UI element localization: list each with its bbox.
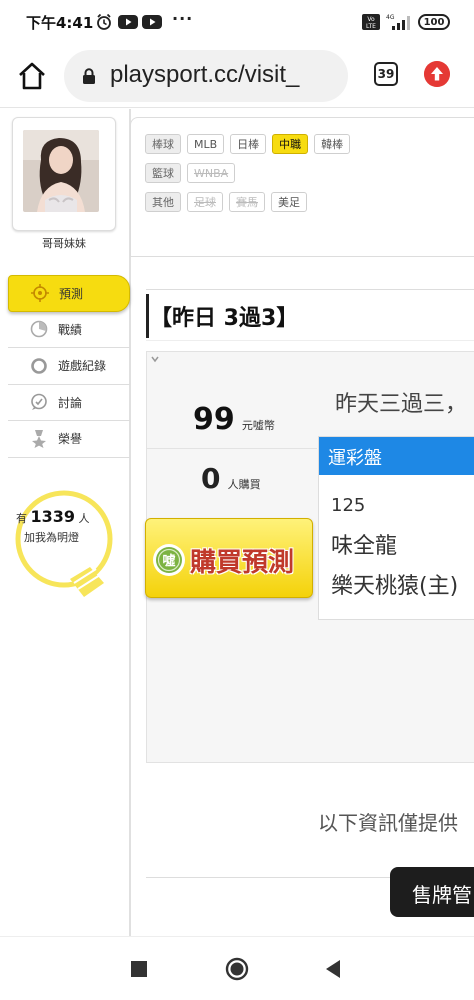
divider <box>147 448 317 449</box>
browser-toolbar: playsport.cc/visit_ 39 <box>0 44 474 108</box>
svg-text:Vo: Vo <box>367 16 375 23</box>
back-icon[interactable] <box>324 959 342 979</box>
sidebar-item-honors[interactable]: 榮譽 <box>8 421 130 458</box>
filter-chip-nfl[interactable]: 美足 <box>271 192 307 212</box>
expand-icon[interactable] <box>151 355 159 363</box>
price-unit: 元噓幣 <box>241 419 275 432</box>
lottery-body: 125 味全龍 樂天桃猿(主) <box>319 495 474 600</box>
league-filter-panel: 棒球 MLB 日棒 中職 韓棒 籃球 WNBA 其他 足球 賽馬 美足 <box>130 117 474 257</box>
filter-category-label: 籃球 <box>145 163 181 183</box>
buy-button-label: 購買預測 <box>190 548 295 578</box>
more-notifications-icon: ··· <box>172 9 194 28</box>
filter-chip-mlb[interactable]: MLB <box>187 134 225 154</box>
lottery-card: 運彩盤 125 味全龍 樂天桃猿(主) <box>318 436 474 620</box>
sidebar-item-label: 戰績 <box>58 322 83 337</box>
chat-icon <box>31 393 47 411</box>
followers-count: 有 1339 人 <box>16 507 90 526</box>
filter-chip-wnba: WNBA <box>187 163 236 183</box>
game-code: 125 <box>331 495 366 516</box>
buyers-info: 0 人購買 <box>201 462 261 495</box>
svg-text:LTE: LTE <box>366 23 376 30</box>
svg-text:噓: 噓 <box>162 553 175 569</box>
sidebar-item-label: 遊戲紀錄 <box>58 359 107 374</box>
ring-icon <box>31 357 47 374</box>
coin-icon: 噓 <box>153 544 185 576</box>
follow-caption: 加我為明燈 <box>24 531 79 544</box>
status-right-group: Vo LTE 4G 100 <box>362 12 450 32</box>
prediction-summary: 昨天三過三， <box>335 392 468 417</box>
filter-chip-horse-racing: 賽馬 <box>229 192 265 212</box>
prediction-card: 99 元噓幣 0 人購買 噓 購買預測 昨天三過三， 運彩盤 125 味全龍 樂… <box>145 351 474 763</box>
filter-chip-npb[interactable]: 日棒 <box>230 134 267 154</box>
volte-icon: Vo LTE <box>362 14 380 30</box>
sidebar-item-discussion[interactable]: 討論 <box>8 385 130 421</box>
sidebar-item-label: 討論 <box>58 395 83 410</box>
home-icon[interactable] <box>16 60 48 92</box>
buy-prediction-button[interactable]: 噓 購買預測 <box>145 518 313 598</box>
crosshair-icon <box>31 284 49 303</box>
home-nav-icon[interactable] <box>225 957 249 981</box>
sell-management-button[interactable]: 售牌管 <box>390 867 474 917</box>
avatar <box>23 130 99 212</box>
headline-accent <box>146 294 149 338</box>
url-text: playsport.cc/visit_ <box>110 61 300 88</box>
battery-icon: 100 <box>418 14 450 30</box>
filter-chip-soccer: 足球 <box>187 192 223 212</box>
lock-icon <box>83 68 95 84</box>
filter-category-label: 棒球 <box>145 134 181 154</box>
filter-category-label: 其他 <box>145 192 181 212</box>
left-sidebar: 哥哥妹妹 預測 戰績 遊戲紀錄 討論 榮譽 有 1339 人 加我為明燈 <box>0 109 131 936</box>
page-content: 哥哥妹妹 預測 戰績 遊戲紀錄 討論 榮譽 有 1339 人 加我為明燈 棒球 … <box>0 109 474 936</box>
filter-chip-cpbl[interactable]: 中職 <box>272 134 309 154</box>
system-nav-bar <box>0 936 474 1000</box>
filter-row-baseball: 棒球 MLB 日棒 中職 韓棒 <box>145 134 351 154</box>
youtube-icon <box>118 15 138 29</box>
filter-row-other: 其他 足球 賽馬 美足 <box>145 192 307 212</box>
status-time: 下午4:41 <box>26 14 94 32</box>
lottery-header: 運彩盤 <box>319 437 474 475</box>
buyers-count: 0 <box>201 462 221 495</box>
alarm-icon <box>97 13 111 30</box>
youtube-icon <box>142 15 162 29</box>
sidebar-item-label: 榮譽 <box>58 432 83 447</box>
sidebar-item-game-log[interactable]: 遊戲紀錄 <box>8 348 130 385</box>
price-value: 99 <box>193 402 235 437</box>
headline-text: 【昨日 3過3】 <box>150 306 299 331</box>
recent-apps-icon[interactable] <box>130 960 148 978</box>
buyers-unit: 人購買 <box>227 478 261 491</box>
svg-text:4G: 4G <box>386 14 395 21</box>
price-info: 99 元噓幣 <box>193 402 275 437</box>
update-icon[interactable] <box>424 61 450 87</box>
home-team: 樂天桃猿(主) <box>331 574 459 599</box>
filter-chip-kbo[interactable]: 韓棒 <box>314 134 351 154</box>
status-bar: 下午4:41 ··· Vo LTE 4G 100 <box>0 0 474 44</box>
sidebar-nav: 預測 戰績 遊戲紀錄 討論 榮譽 <box>8 275 130 458</box>
medal-icon <box>32 429 46 448</box>
filter-row-basketball: 籃球 WNBA <box>145 163 236 183</box>
sidebar-item-predictions[interactable]: 預測 <box>8 275 130 312</box>
signal-icon: 4G <box>386 14 410 30</box>
sidebar-item-label: 預測 <box>59 286 84 301</box>
sidebar-item-record[interactable]: 戰績 <box>8 312 130 348</box>
away-team: 味全龍 <box>331 534 398 559</box>
avatar-card[interactable] <box>12 117 116 231</box>
chart-icon <box>30 320 48 338</box>
disclaimer-text: 以下資訊僅提供 <box>318 811 458 835</box>
address-bar[interactable]: playsport.cc/visit_ <box>64 50 348 102</box>
username: 哥哥妹妹 <box>42 237 86 250</box>
prediction-headline: 【昨日 3過3】 <box>146 289 474 341</box>
tab-switcher-button[interactable]: 39 <box>374 62 398 86</box>
